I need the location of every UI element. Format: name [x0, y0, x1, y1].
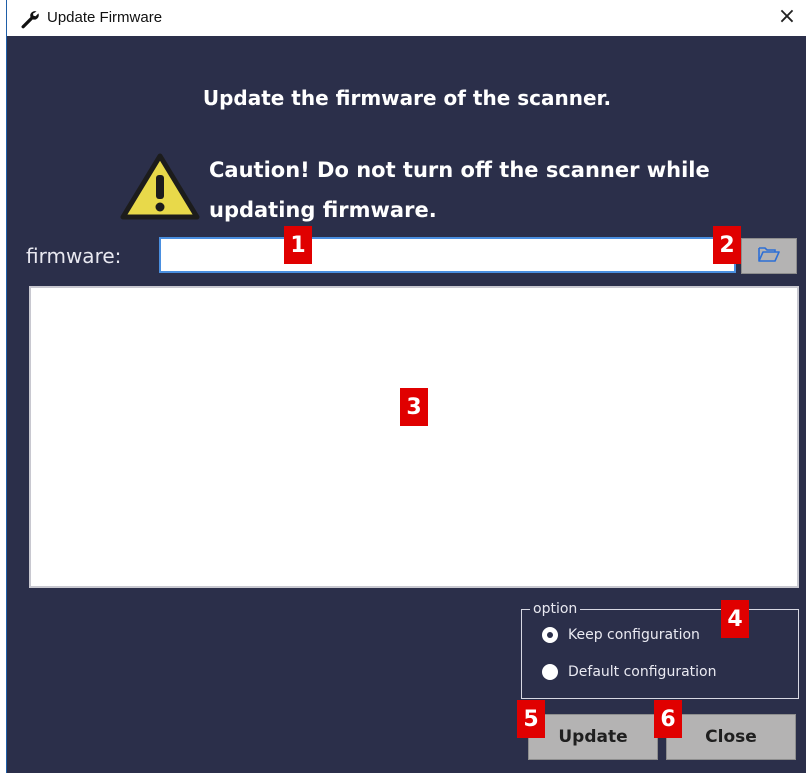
- firmware-label: firmware:: [26, 244, 122, 268]
- title-bar: Update Firmware ×: [7, 0, 806, 36]
- keep-configuration-label: Keep configuration: [568, 627, 700, 643]
- annotation-badge-6: 6: [654, 700, 682, 738]
- annotation-badge-2: 2: [713, 226, 741, 264]
- annotation-badge-1: 1: [284, 226, 312, 264]
- caution-message: Caution! Do not turn off the scanner whi…: [209, 150, 799, 230]
- window-title: Update Firmware: [47, 9, 163, 26]
- folder-open-icon: [758, 246, 780, 266]
- close-window-icon[interactable]: ×: [774, 4, 800, 30]
- update-button[interactable]: Update: [528, 714, 658, 760]
- radio-selected-icon: [542, 627, 558, 643]
- annotation-badge-3: 3: [400, 388, 428, 426]
- annotation-badge-5: 5: [517, 700, 545, 738]
- firmware-path-input[interactable]: [159, 237, 736, 273]
- default-configuration-radio[interactable]: Default configuration: [542, 664, 716, 680]
- option-legend: option: [530, 600, 581, 618]
- radio-unselected-icon: [542, 664, 558, 680]
- annotation-badge-4: 4: [721, 600, 749, 638]
- wrench-icon: [19, 9, 39, 29]
- default-configuration-label: Default configuration: [568, 664, 717, 680]
- close-button[interactable]: Close: [666, 714, 796, 760]
- option-group: option Keep configuration Default config…: [521, 600, 799, 699]
- warning-icon: [120, 153, 200, 221]
- page-heading: Update the firmware of the scanner.: [202, 86, 612, 110]
- caution-line-1: Caution! Do not turn off the scanner whi…: [209, 158, 710, 182]
- browse-button[interactable]: [741, 238, 797, 274]
- keep-configuration-radio[interactable]: Keep configuration: [542, 627, 700, 643]
- caution-line-2: updating firmware.: [209, 198, 437, 222]
- update-firmware-window: Update Firmware × Update the firmware of…: [6, 0, 806, 773]
- update-log-area[interactable]: [29, 286, 799, 588]
